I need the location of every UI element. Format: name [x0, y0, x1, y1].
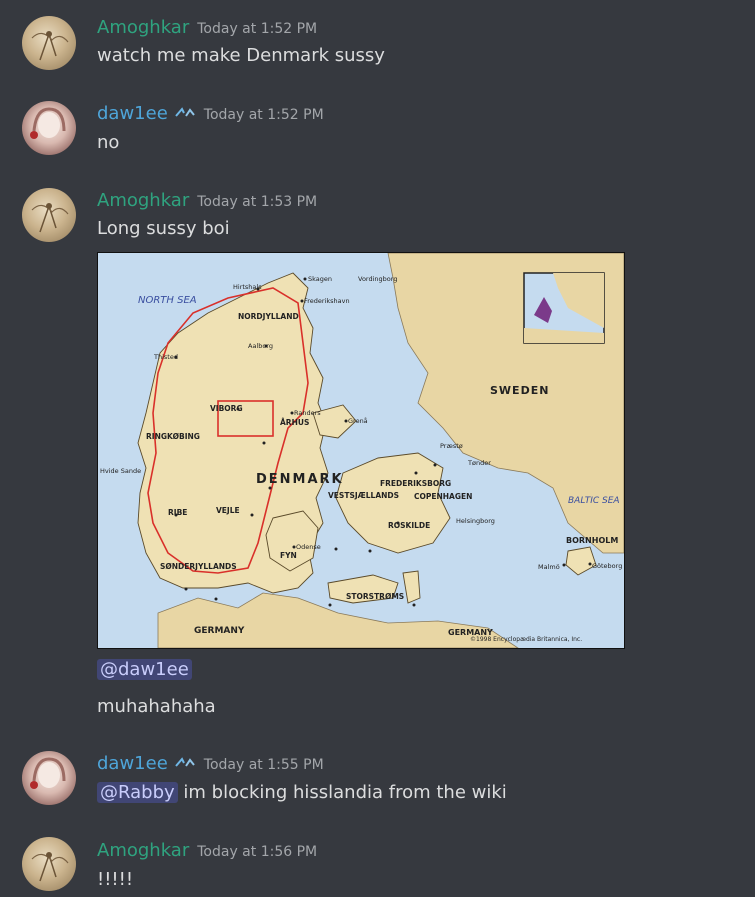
north-sea-label: NORTH SEA [138, 295, 197, 306]
amoghkar-avatar[interactable] [22, 837, 76, 891]
region-label: COPENHAGEN [414, 492, 472, 501]
timestamp[interactable]: Today at 1:56 PM [197, 844, 317, 860]
city-label: Grenå [348, 416, 368, 425]
author-name[interactable]: Amoghkar [97, 190, 189, 211]
avatar-art [30, 757, 66, 789]
city-label: Helsingborg [456, 517, 495, 525]
user-mention[interactable]: @Rabby [97, 782, 178, 803]
city-label: Frederikshavn [304, 297, 350, 305]
region-label: VESTSJÆLLANDS [328, 491, 399, 500]
message-header: daw1ee Today at 1:55 PM [97, 753, 324, 774]
message-text: watch me make Denmark sussy [97, 45, 385, 66]
server-badge-icon[interactable] [174, 106, 196, 120]
message-text: no [97, 132, 120, 153]
author-name[interactable]: daw1ee [97, 103, 168, 124]
message-header: daw1ee Today at 1:52 PM [97, 103, 324, 124]
author-name[interactable]: daw1ee [97, 753, 168, 774]
copyright-label: ©1998 Encyclopædia Britannica, Inc. [470, 636, 582, 643]
denmark-map: NORTH SEA BALTIC SEA SWEDEN DENMARK GERM… [98, 253, 624, 648]
city-label: Skagen [308, 275, 332, 283]
daw1ee-avatar[interactable] [22, 101, 76, 155]
server-badge-icon[interactable] [174, 756, 196, 770]
city-label: Hvide Sande [100, 467, 141, 475]
city-label: Vordingborg [358, 275, 397, 283]
user-mention[interactable]: @daw1ee [97, 659, 192, 680]
message-text-line: @Rabby im blocking hisslandia from the w… [97, 782, 507, 803]
bornholm-label: BORNHOLM [566, 536, 618, 545]
city-label: Præstø [440, 442, 463, 450]
region-label: RINGKØBING [146, 432, 200, 441]
timestamp[interactable]: Today at 1:52 PM [204, 107, 324, 123]
city-label: Malmö [538, 563, 560, 571]
mention-line: @daw1ee [97, 659, 192, 680]
map-image-attachment[interactable]: NORTH SEA BALTIC SEA SWEDEN DENMARK GERM… [97, 252, 625, 649]
region-label: STORSTRØMS [346, 592, 404, 601]
germany-label: GERMANY [194, 626, 245, 636]
region-label: ROSKILDE [388, 521, 430, 530]
timestamp[interactable]: Today at 1:53 PM [197, 194, 317, 210]
region-label: FREDERIKSBORG [380, 479, 451, 488]
avatar-art [30, 107, 66, 139]
author-name[interactable]: Amoghkar [97, 840, 189, 861]
sweden-label: SWEDEN [490, 384, 549, 397]
message-header: Amoghkar Today at 1:56 PM [97, 840, 317, 861]
city-label: Randers [294, 409, 321, 417]
city-label: Tønder [467, 459, 491, 467]
region-label: FYN [280, 551, 297, 560]
region-label: NORDJYLLAND [238, 312, 299, 321]
avatar-art [31, 203, 69, 233]
city-label: Thisted [153, 353, 178, 361]
avatar-art [31, 852, 69, 882]
city-label: Göteborg [592, 562, 622, 570]
author-name[interactable]: Amoghkar [97, 17, 189, 38]
message-text: im blocking hisslandia from the wiki [183, 782, 507, 803]
amoghkar-avatar[interactable] [22, 16, 76, 70]
message-text: !!!!! [97, 869, 134, 890]
timestamp[interactable]: Today at 1:55 PM [204, 757, 324, 773]
denmark-label: DENMARK [256, 472, 344, 487]
timestamp[interactable]: Today at 1:52 PM [197, 21, 317, 37]
message-header: Amoghkar Today at 1:53 PM [97, 190, 317, 211]
avatar-art [31, 31, 69, 61]
city-label: Odense [296, 543, 321, 551]
message-followup-text: muhahahaha [97, 696, 216, 717]
amoghkar-avatar[interactable] [22, 188, 76, 242]
message-header: Amoghkar Today at 1:52 PM [97, 17, 317, 38]
baltic-sea-label: BALTIC SEA [568, 496, 620, 506]
region-label: SØNDERJYLLANDS [160, 562, 237, 571]
region-label: ÅRHUS [280, 418, 309, 427]
daw1ee-avatar[interactable] [22, 751, 76, 805]
city-label: Aalborg [248, 342, 273, 350]
region-label: VEJLE [216, 506, 240, 515]
message-text: Long sussy boi [97, 218, 230, 239]
region-label: RIBE [168, 508, 187, 517]
